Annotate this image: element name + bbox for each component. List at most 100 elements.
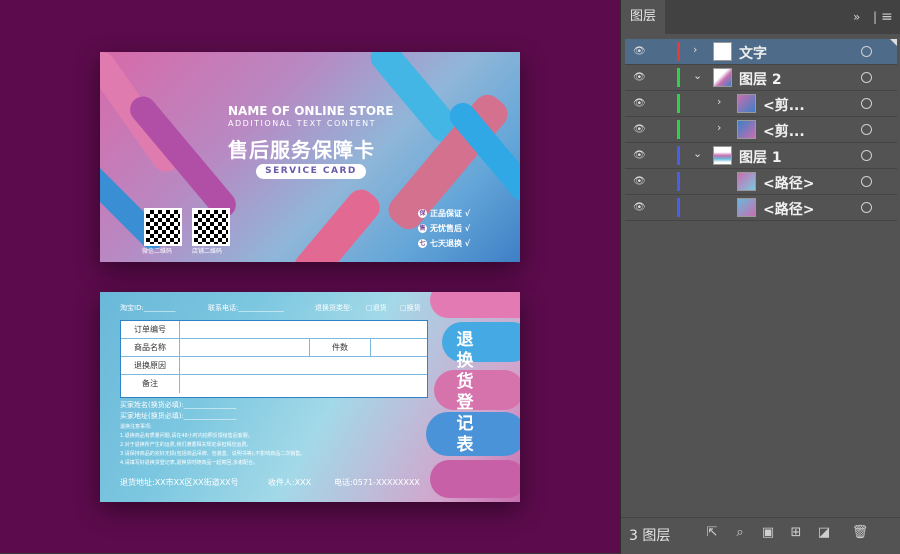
layer-count: 3 图层 [629,528,671,544]
layer-color-bar [677,146,680,165]
additional-text: ADDITIONAL TEXT CONTENT [228,119,377,128]
layer-thumbnail [713,68,732,87]
bottle-shape [430,292,520,318]
chevron-down-icon[interactable]: ⌄ [693,147,702,160]
store-name: NAME OF ONLINE STORE [228,104,394,118]
layer-thumbnail [713,146,732,165]
front-card[interactable]: NAME OF ONLINE STORE ADDITIONAL TEXT CON… [100,52,520,262]
qr-code-icon [144,208,182,246]
bottle-shape [430,460,520,498]
layer-row[interactable]: 👁 › <剪... [625,91,897,117]
target-circle-icon[interactable] [861,98,872,109]
clipping-mask-icon[interactable]: ▣ [759,524,777,542]
chevron-right-icon[interactable]: › [693,43,697,56]
target-circle-icon[interactable] [861,46,872,57]
order-number-header: 订单编号 [121,321,180,338]
badge-icon: 七 [418,239,427,248]
eye-icon[interactable]: 👁 [633,98,646,109]
target-circle-icon[interactable] [861,150,872,161]
panel-menu-icon[interactable]: | [873,0,877,34]
eye-icon[interactable]: 👁 [633,46,646,57]
registration-table: 订单编号 商品名称 件数 退换原因 备注 [120,320,428,398]
product-name-header: 商品名称 [121,339,180,356]
layer-row[interactable]: 👁 › <剪... [625,117,897,143]
layer-row[interactable]: 👁 <路径> [625,195,897,221]
feature-item: 售无忧售后 √ [418,223,470,234]
layer-color-bar [677,120,680,139]
layer-name[interactable]: <剪... [763,95,805,115]
eye-icon[interactable]: 👁 [633,150,646,161]
new-sublayer-icon[interactable]: ⊞ [787,524,805,542]
layer-thumbnail [713,42,732,61]
target-circle-icon[interactable] [861,176,872,187]
eye-icon[interactable]: 👁 [633,176,646,187]
target-circle-icon[interactable] [861,202,872,213]
return-type-label: 退换货类型: [315,304,353,312]
layer-color-bar [677,94,680,113]
eye-icon[interactable]: 👁 [633,202,646,213]
return-checkbox[interactable]: □退货 [366,303,387,313]
layer-thumbnail [737,94,756,113]
card-title: 售后服务保障卡 [228,138,375,162]
export-icon[interactable]: ⇱ [703,524,721,542]
table-row[interactable]: 订单编号 [121,321,427,339]
new-layer-icon[interactable]: ◪ [815,524,833,542]
hamburger-icon[interactable]: ≡ [881,0,893,34]
selection-indicator-icon [890,39,897,46]
panel-footer: 3 图层 ⇱ ⌕ ▣ ⊞ ◪ 🗑 [621,517,900,554]
panel-tabbar: 图层 » | ≡ [621,0,900,34]
layer-name[interactable]: <路径> [763,199,814,219]
double-chevron-icon[interactable]: » [853,0,860,34]
exchange-checkbox[interactable]: □换货 [400,303,421,313]
eye-icon[interactable]: 👁 [633,124,646,135]
recipient: 收件人:XXX [268,478,312,487]
note-line: 4.请填写好退换货登记表,退换货时随商品一起寄回,多谢配合。 [120,460,258,466]
layer-row[interactable]: 👁 <路径> [625,169,897,195]
app-window: NAME OF ONLINE STORE ADDITIONAL TEXT CON… [0,0,900,554]
buyer-address-label: 买家地址(换货必填):_______________ [120,412,237,420]
tab-layers[interactable]: 图层 [621,0,665,34]
vertical-title: 退换货登记表 [456,330,474,455]
chevron-right-icon[interactable]: › [717,95,721,108]
layer-row[interactable]: 👁 ⌄ 图层 2 [625,65,897,91]
service-card-label: SERVICE CARD [256,164,366,179]
layer-name[interactable]: 图层 2 [739,69,782,89]
trash-icon[interactable]: 🗑 [851,524,869,542]
layers-list: 👁 › 文字 👁 ⌄ 图层 2 👁 › <剪... 👁 › <剪... 👁 ⌄ … [625,39,897,221]
return-address: 退货地址:XX市XX区XX街道XX号 [120,478,239,487]
layer-row[interactable]: 👁 › 文字 [625,39,897,65]
layer-name[interactable]: <剪... [763,121,805,141]
back-card[interactable]: 淘宝ID:_________ 联系电话:_____________ 退换货类型:… [100,292,520,502]
chevron-down-icon[interactable]: ⌄ [693,69,702,82]
layer-color-bar [677,42,680,61]
quantity-header: 件数 [309,339,371,357]
layer-name[interactable]: 图层 1 [739,147,782,167]
badge-icon: 售 [418,224,427,233]
note-line: 2.对于退换所产生的运费,我们遵循相关规定承担相应运费。 [120,442,252,448]
eye-icon[interactable]: 👁 [633,72,646,83]
layer-thumbnail [737,198,756,217]
target-circle-icon[interactable] [861,124,872,135]
layer-color-bar [677,198,680,217]
note-line: 3.请保持商品的完好无损(包括商品吊牌、包装盒、说明书等),不影响商品二次销售。 [120,451,306,457]
layer-name[interactable]: 文字 [739,43,767,63]
qr-label-wechat: 微信二维码 [142,248,173,255]
target-circle-icon[interactable] [861,72,872,83]
feature-text: 无忧售后 √ [430,224,471,233]
search-icon[interactable]: ⌕ [731,524,749,542]
telephone: 电话:0571-XXXXXXXX [334,478,420,487]
layer-thumbnail [737,172,756,191]
table-row[interactable]: 退换原因 [121,357,427,375]
taobao-id-label: 淘宝ID:_________ [120,304,176,312]
table-row[interactable]: 商品名称 件数 [121,339,427,357]
qr-label-shop: 店铺二维码 [192,248,223,255]
phone-label: 联系电话:_____________ [208,304,284,312]
layer-color-bar [677,172,680,191]
artboard-canvas[interactable]: NAME OF ONLINE STORE ADDITIONAL TEXT CON… [0,0,620,553]
badge-icon: 保 [418,209,427,218]
layer-name[interactable]: <路径> [763,173,814,193]
layer-row[interactable]: 👁 ⌄ 图层 1 [625,143,897,169]
feature-item: 保正品保证 √ [418,208,470,219]
chevron-right-icon[interactable]: › [717,121,721,134]
table-row[interactable]: 备注 [121,375,427,393]
